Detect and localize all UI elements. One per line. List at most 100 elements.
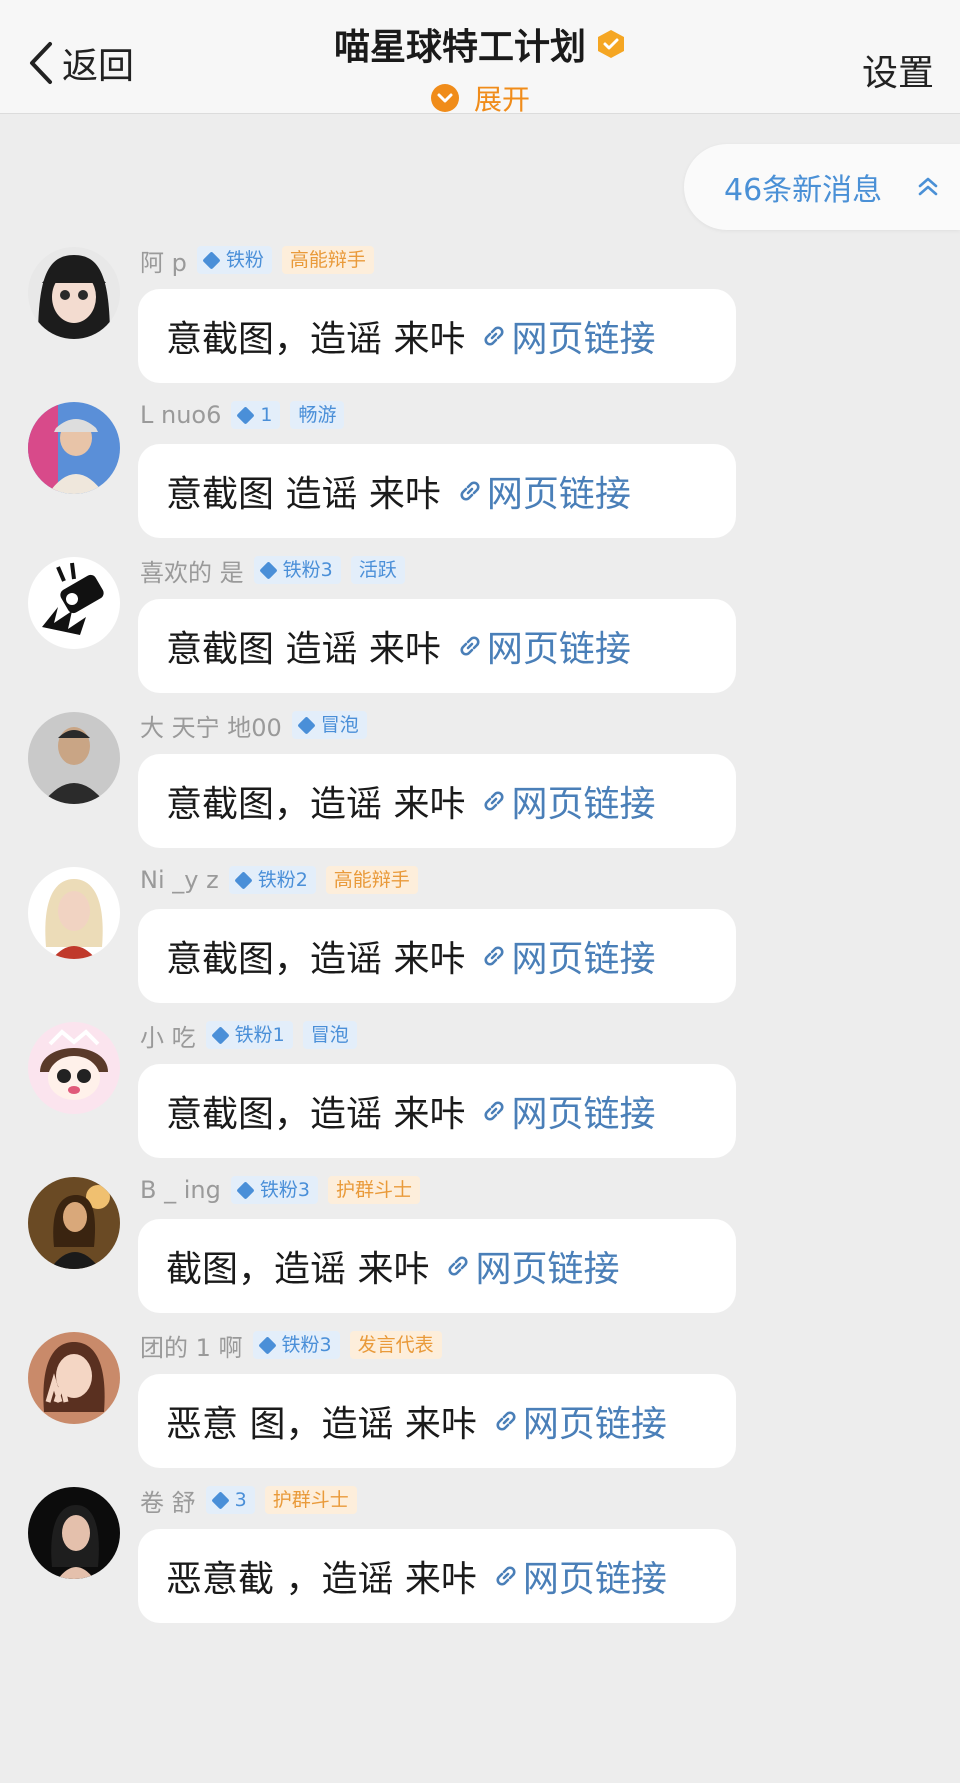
chevron-down-circle-icon [430, 84, 459, 112]
link-icon [496, 1411, 516, 1431]
sender-meta: B _ ing 铁粉3 护群斗士 [140, 1175, 420, 1205]
link-label: 网页链接 [486, 474, 631, 515]
avatar-woman-peace-icon[interactable] [28, 1332, 120, 1424]
link-label: 网页链接 [522, 1559, 667, 1600]
avatar-blonde-woman-icon[interactable] [28, 867, 120, 959]
link-icon [460, 636, 480, 656]
diamond-icon [202, 250, 221, 270]
message-row: 卷 舒 3 护群斗士恶意截 ，造谣 来咔 网页链接 [0, 1463, 960, 1639]
link-label: 网页链接 [511, 319, 656, 360]
sender-nickname[interactable]: 大 天宁 地00 [140, 708, 282, 743]
diamond-icon [257, 1335, 277, 1355]
message-bubble[interactable]: 意截图，造谣 来咔 网页链接 [138, 1064, 736, 1158]
badge-label: 活跃 [358, 559, 397, 581]
badge-label: 发言代表 [357, 1334, 434, 1356]
diamond-icon [297, 715, 316, 735]
badge-label: 铁粉2 [257, 869, 308, 891]
message-bubble[interactable]: 恶意截 ，造谣 来咔 网页链接 [138, 1529, 736, 1623]
badge-label: 铁粉3 [259, 1179, 310, 1201]
avatar-chibi-icon[interactable] [28, 1022, 120, 1114]
link-label: 网页链接 [486, 629, 631, 670]
sender-meta: 大 天宁 地00 冒泡 [140, 708, 367, 743]
fan-badge: 铁粉3 [252, 1331, 340, 1359]
sender-meta: 小 吃 铁粉1 冒泡 [140, 1018, 357, 1053]
avatar-woman-black-icon[interactable] [28, 1487, 120, 1579]
avatar-image [28, 1487, 120, 1579]
message-bubble[interactable]: 意截图 造谣 来咔 网页链接 [138, 444, 736, 538]
sender-nickname[interactable]: 喜欢的 是 [140, 553, 244, 588]
fan-badge: 3 [205, 1486, 255, 1514]
badge-label: 铁粉 [225, 249, 264, 271]
link-icon [460, 481, 480, 501]
message-bubble[interactable]: 意截图，造谣 来咔 网页链接 [138, 909, 736, 1003]
avatar-cartoon-icon[interactable] [28, 557, 120, 649]
sender-nickname[interactable]: 小 吃 [140, 1018, 196, 1053]
sender-nickname[interactable]: 阿 p [140, 243, 187, 278]
message-bubble[interactable]: 恶意 图，造谣 来咔 网页链接 [138, 1374, 736, 1468]
message-row: L nuo6 1 畅游意截图 造谣 来咔 网页链接 [0, 378, 960, 554]
fan-badge: 护群斗士 [264, 1486, 357, 1514]
avatar-older-man-icon[interactable] [28, 712, 120, 804]
web-link[interactable]: 网页链接 [479, 775, 655, 827]
message-bubble[interactable]: 意截图 造谣 来咔 网页链接 [138, 599, 736, 693]
new-messages-pill[interactable]: 46条新消息 [684, 144, 960, 230]
double-chevron-up-icon [918, 177, 938, 196]
web-link[interactable]: 网页链接 [455, 620, 631, 672]
badge-label: 畅游 [298, 404, 337, 426]
verified-badge-icon [598, 30, 624, 58]
avatar-man-cap-icon[interactable] [28, 402, 120, 494]
fan-badge: 1 [231, 401, 281, 429]
message-row: 喜欢的 是 铁粉3 活跃意截图 造谣 来咔 网页链接 [0, 533, 960, 709]
sender-nickname[interactable]: 卷 舒 [140, 1483, 196, 1518]
sender-nickname[interactable]: B _ ing [140, 1176, 221, 1204]
back-button[interactable]: 返回 [26, 38, 134, 88]
web-link[interactable]: 网页链接 [491, 1395, 667, 1447]
diamond-icon [236, 1180, 255, 1200]
group-title: 喵星球特工计划 [333, 27, 586, 68]
web-link[interactable]: 网页链接 [455, 465, 631, 517]
fan-badge: 铁粉3 [230, 1176, 318, 1204]
message-bubble[interactable]: 意截图，造谣 来咔 网页链接 [138, 289, 736, 383]
web-link[interactable]: 网页链接 [491, 1550, 667, 1602]
expand-button[interactable]: 展开 [430, 78, 530, 118]
avatar-image [28, 1332, 120, 1424]
fan-badge: 高能辩手 [281, 246, 374, 274]
fan-badge: 冒泡 [302, 1021, 357, 1049]
back-label: 返回 [62, 46, 135, 87]
fan-badge: 发言代表 [349, 1331, 442, 1359]
web-link[interactable]: 网页链接 [479, 930, 655, 982]
web-link[interactable]: 网页链接 [479, 1085, 655, 1137]
message-text: 意截图，造谣 来咔 [166, 939, 466, 980]
fan-badge: 铁粉1 [205, 1021, 293, 1049]
message-bubble[interactable]: 意截图，造谣 来咔 网页链接 [138, 754, 736, 848]
link-label: 网页链接 [511, 939, 656, 980]
sender-nickname[interactable]: L nuo6 [140, 401, 221, 429]
avatar-woman-dark-icon[interactable] [28, 1177, 120, 1269]
link-icon [484, 946, 504, 966]
badge-label: 1 [260, 404, 273, 426]
badge-label: 冒泡 [310, 1024, 349, 1046]
fan-badge: 活跃 [350, 556, 405, 584]
link-icon [484, 791, 504, 811]
web-link[interactable]: 网页链接 [443, 1240, 619, 1292]
badge-label: 护群斗士 [272, 1489, 349, 1511]
badge-label: 冒泡 [320, 714, 359, 736]
message-row: 团的 1 啊 铁粉3 发言代表恶意 图，造谣 来咔 网页链接 [0, 1308, 960, 1484]
fan-badge: 畅游 [290, 401, 345, 429]
fan-badge: 冒泡 [291, 711, 367, 739]
sender-nickname[interactable]: 团的 1 啊 [140, 1328, 243, 1363]
message-row: 大 天宁 地00 冒泡意截图，造谣 来咔 网页链接 [0, 688, 960, 864]
message-bubble[interactable]: 截图，造谣 来咔 网页链接 [138, 1219, 736, 1313]
sender-nickname[interactable]: Ni _y z [140, 866, 219, 894]
avatar-image [28, 557, 120, 649]
message-text: 恶意截 ，造谣 来咔 [166, 1559, 477, 1600]
avatar-anime-girl-icon[interactable] [28, 247, 120, 339]
fan-badge: 铁粉3 [253, 556, 341, 584]
settings-button[interactable]: 设置 [862, 44, 934, 96]
fan-badge: 铁粉 [196, 246, 272, 274]
web-link[interactable]: 网页链接 [479, 310, 655, 362]
sender-meta: Ni _y z 铁粉2 高能辩手 [140, 865, 418, 895]
link-icon [496, 1566, 516, 1586]
chevron-left-icon [30, 42, 52, 84]
new-messages-label: 46条新消息 [724, 173, 883, 208]
